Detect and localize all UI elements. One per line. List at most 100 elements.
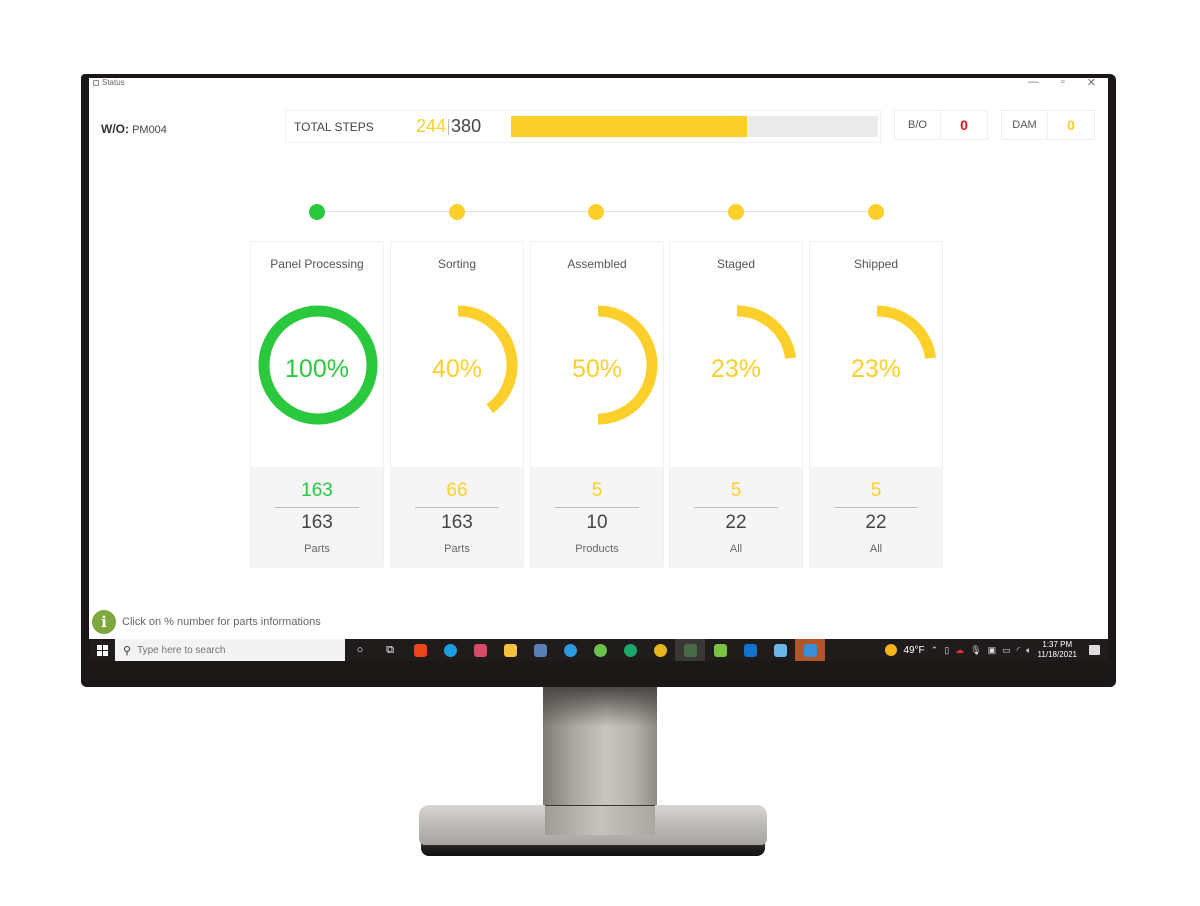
edge-icon[interactable] (435, 639, 465, 661)
stage-title: Assembled (567, 257, 627, 271)
outlook-icon[interactable] (735, 639, 765, 661)
system-tray: 49°F ⌃ ▯ ☁ 🎙︎ ▣ ▭ ◜ 🔈︎ 1:37 PM 11/18/202… (885, 639, 1108, 661)
stage-done-count: 5 (730, 480, 742, 501)
safari-icon-glyph (563, 643, 577, 657)
stage-total-count: 22 (725, 512, 747, 533)
chrome-icon-glyph (653, 643, 667, 657)
clock-app-icon-glyph (713, 643, 727, 657)
info-hint: i Click on % number for parts informatio… (92, 610, 321, 634)
info-icon: i (92, 610, 116, 634)
clock-time: 1:37 PM (1042, 640, 1073, 649)
stage-total-count: 163 (301, 512, 333, 533)
graph-app-icon-glyph (683, 643, 697, 657)
stage-percent[interactable]: 50% (531, 355, 663, 384)
steps-total: 380 (451, 116, 482, 136)
step-dot (309, 204, 325, 220)
stage-unit: Parts (444, 543, 470, 555)
paint-icon[interactable] (465, 639, 495, 661)
clock-app-icon[interactable] (705, 639, 735, 661)
close-button[interactable]: ✕ (1087, 78, 1096, 89)
volume-icon[interactable]: 🔈︎ (1026, 645, 1031, 656)
taskbar: ⚲ ○⧉ 49°F ⌃ ▯ ☁ 🎙︎ ▣ ▭ ◜ 🔈︎ 1:37 PM 11/1… (89, 639, 1108, 661)
work-order: W/O: PM004 (101, 122, 167, 136)
monitor-stand-joint (545, 805, 655, 835)
screen: Status — ▫ ✕ W/O: PM004 TOTAL STEPS 244 … (89, 78, 1108, 661)
info-text: Click on % number for parts informations (122, 616, 321, 628)
stage-title: Staged (716, 257, 756, 271)
fraction-rule (415, 507, 499, 508)
back-order-box: B/O 0 (894, 110, 988, 140)
taskbar-search[interactable]: ⚲ (115, 639, 345, 661)
steps-done: 244 (416, 116, 447, 136)
display-icon[interactable]: ▣ (988, 645, 997, 656)
cortana-icon[interactable]: ○ (345, 639, 375, 661)
monitor-stand-shadow (543, 687, 657, 727)
office-icon[interactable] (405, 639, 435, 661)
snowflake-app-icon-glyph (773, 643, 787, 657)
stage-title: Shipped (853, 257, 899, 271)
stage-percent[interactable]: 23% (810, 355, 942, 384)
step-dot (868, 204, 884, 220)
task-view-icon[interactable]: ⧉ (375, 639, 405, 661)
taskbar-apps: ○ ⧉ (345, 639, 825, 661)
stage-percent[interactable]: 100% (251, 355, 383, 384)
feedback-app-icon[interactable] (795, 639, 825, 661)
minimize-button[interactable]: — (1028, 78, 1039, 89)
gauge-arc (736, 305, 797, 360)
fraction-rule (834, 507, 918, 508)
window-controls: — ▫ ✕ (1028, 78, 1096, 89)
notification-icon[interactable] (1089, 645, 1100, 655)
stage-footer: 5 22 All (670, 467, 802, 567)
chrome-icon[interactable] (645, 639, 675, 661)
file-explorer-icon-glyph (503, 643, 517, 657)
chevron-up-icon[interactable]: ⌃ (931, 645, 939, 656)
total-steps-label: TOTAL STEPS (294, 119, 374, 134)
calculator-icon[interactable] (525, 639, 555, 661)
stage-footer: 5 22 All (810, 467, 942, 567)
safari-icon[interactable] (555, 639, 585, 661)
stage-done-count: 163 (301, 480, 333, 501)
stage-done-count: 5 (591, 480, 603, 501)
weather-temp[interactable]: 49°F (903, 645, 924, 656)
microphone-icon[interactable]: 🎙︎ (970, 645, 981, 656)
maximize-button[interactable]: ▫ (1061, 78, 1065, 89)
start-button[interactable] (89, 639, 115, 661)
damaged-box: DAM 0 (1001, 110, 1095, 140)
back-order-value: 0 (960, 117, 968, 133)
stage-percent[interactable]: 23% (670, 355, 802, 384)
back-order-label: B/O (895, 111, 941, 139)
damaged-label: DAM (1002, 111, 1048, 139)
taskbar-search-input[interactable] (137, 644, 328, 656)
weather-icon[interactable] (885, 644, 898, 656)
battery-icon[interactable]: ▭ (1002, 645, 1011, 656)
stage-done-count: 66 (446, 480, 468, 501)
paint-icon-glyph (473, 643, 487, 657)
wifi-icon[interactable]: ◜ (1017, 645, 1021, 656)
file-explorer-icon[interactable] (495, 639, 525, 661)
step-dot (588, 204, 604, 220)
stage-percent[interactable]: 40% (391, 355, 523, 384)
stage-total-count: 22 (865, 512, 887, 533)
total-steps-progress-bar (511, 116, 878, 137)
monitor-frame: Status — ▫ ✕ W/O: PM004 TOTAL STEPS 244 … (81, 74, 1116, 687)
graph-app-icon[interactable] (675, 639, 705, 661)
stage-card-assembled: Assembled 50% 5 10 Products (530, 241, 664, 568)
device-icon[interactable]: ▯ (944, 645, 949, 656)
snowflake-app-icon[interactable] (765, 639, 795, 661)
fraction-rule (555, 507, 639, 508)
damaged-value: 0 (1067, 117, 1075, 133)
target-app-icon-glyph (623, 643, 637, 657)
stage-footer: 5 10 Products (531, 467, 663, 567)
app-icon (93, 79, 99, 86)
work-order-value: PM004 (132, 124, 167, 136)
database-icon[interactable] (585, 639, 615, 661)
stage-unit: Parts (304, 543, 330, 555)
target-app-icon[interactable] (615, 639, 645, 661)
cloud-error-icon[interactable]: ☁ (955, 645, 964, 656)
outlook-icon-glyph (743, 643, 757, 657)
database-icon-glyph (593, 643, 607, 657)
steps-separator (448, 118, 450, 135)
stage-footer: 163 163 Parts (251, 467, 383, 567)
stage-total-count: 10 (586, 512, 608, 533)
clock[interactable]: 1:37 PM 11/18/2021 (1038, 640, 1077, 660)
